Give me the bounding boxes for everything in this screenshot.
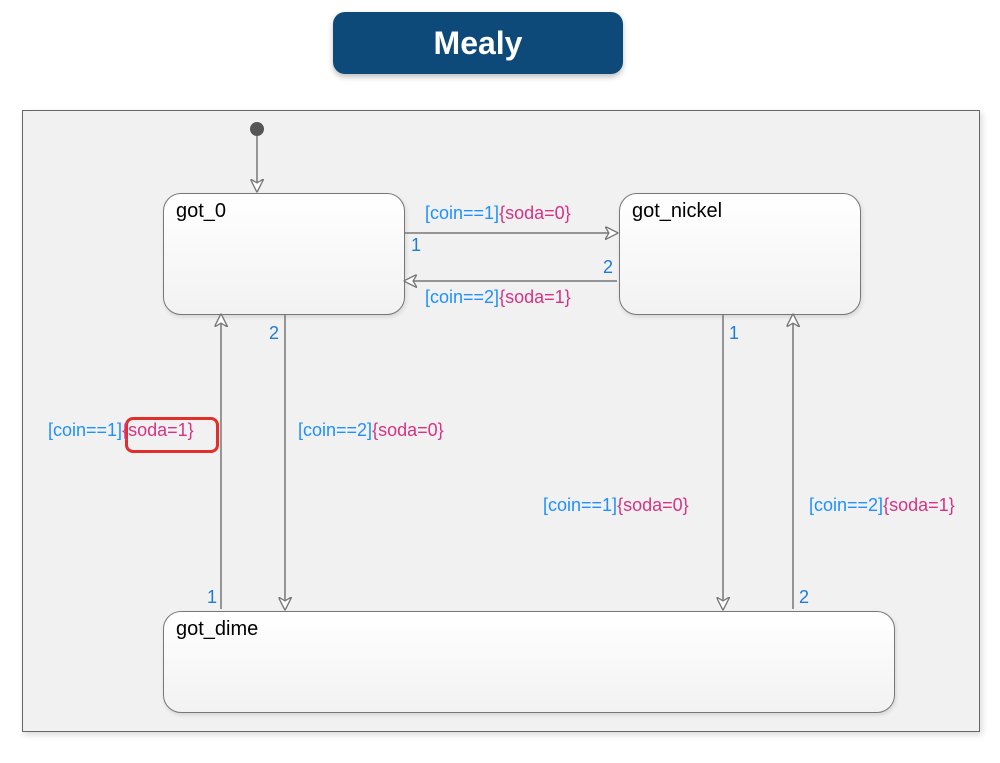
prio-s2-s1: 2 — [799, 587, 809, 607]
state-got_0: got_0 — [163, 193, 405, 315]
label-s1-s2: [coin==1]{soda=0} — [543, 495, 689, 515]
state-got_dime: got_dime — [163, 611, 895, 713]
prio-s0-s2: 2 — [269, 323, 279, 343]
state-got_dime-label: got_dime — [176, 618, 258, 641]
label-s2-s1: [coin==2]{soda=1} — [809, 495, 955, 515]
state-canvas: got_0 got_nickel got_dime 1 [coin==1]{ — [22, 110, 980, 732]
title-text: Mealy — [434, 25, 523, 62]
highlight-box — [125, 417, 219, 453]
state-got_nickel-label: got_nickel — [632, 200, 722, 223]
title-pill: Mealy — [333, 12, 623, 74]
label-s0-s1: [coin==1]{soda=0} — [425, 203, 571, 223]
label-s0-s2: [coin==2]{soda=0} — [298, 420, 444, 440]
diagram-stage: Mealy got_0 got_nickel got_dime — [0, 0, 1000, 763]
label-s1-s0: [coin==2]{soda=1} — [425, 287, 571, 307]
prio-s1-s2: 1 — [729, 323, 739, 343]
prio-s1-s0: 2 — [603, 257, 613, 277]
state-got_nickel: got_nickel — [619, 193, 861, 315]
initial-state-dot — [250, 122, 264, 136]
prio-s2-s0: 1 — [207, 587, 217, 607]
state-got_0-label: got_0 — [176, 200, 226, 223]
prio-s0-s1: 1 — [411, 235, 421, 255]
